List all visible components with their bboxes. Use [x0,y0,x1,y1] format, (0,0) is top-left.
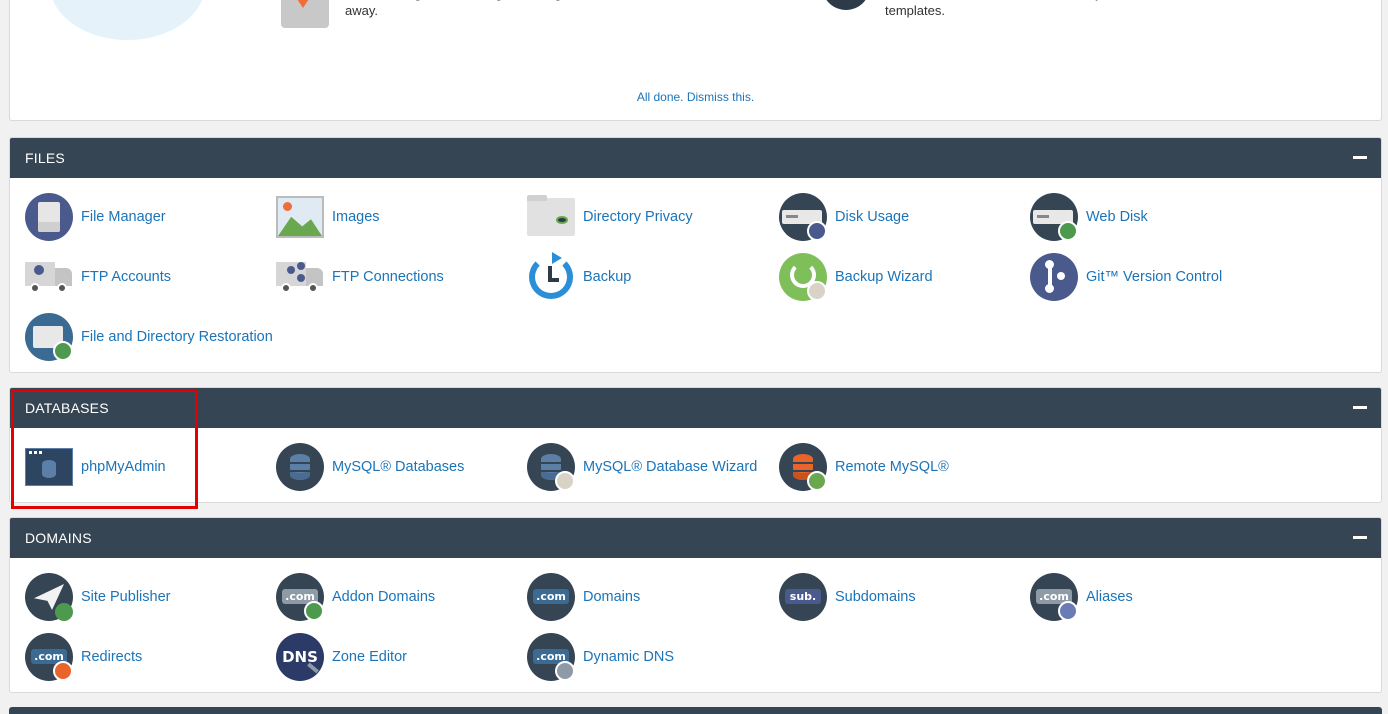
disk-usage-link[interactable]: Disk Usage [778,192,909,242]
remote-mysql-link[interactable]: Remote MySQL® [778,442,949,492]
redirects-link[interactable]: .com Redirects [24,632,142,682]
images-link[interactable]: Images [275,192,380,242]
web-disk-link[interactable]: Web Disk [1029,192,1148,242]
collapse-icon[interactable] [1353,401,1367,415]
redirects-icon: .com [24,632,74,682]
git-icon [1029,252,1079,302]
dismiss-link[interactable]: All done. Dismiss this. [10,90,1381,104]
promo-email-text: Start sending and receiving emails right… [345,0,573,18]
mysql-databases-link[interactable]: MySQL® Databases [275,442,464,492]
domains-link[interactable]: .com Domains [526,572,640,622]
ftp-connections-link[interactable]: FTP Connections [275,252,444,302]
files-section: FILES File Manager Images Directory Priv… [9,137,1382,373]
databases-header[interactable]: DATABASES [10,388,1381,428]
directory-privacy-link[interactable]: Directory Privacy [526,192,693,242]
subdomains-icon: sub. [778,572,828,622]
mysql-databases-icon [275,442,325,492]
email-icon[interactable] [281,0,331,32]
site-publisher-icon [24,572,74,622]
domains-icon: .com [526,572,576,622]
collapse-icon[interactable] [1353,531,1367,545]
backup-link[interactable]: Backup [526,252,631,302]
dynamic-dns-icon: .com [526,632,576,682]
directory-privacy-icon [526,192,576,242]
promo-site-text: Build a new website with user-friendly t… [885,0,1102,18]
aliases-icon: .com [1029,572,1079,622]
mysql-database-wizard-link[interactable]: MySQL® Database Wizard [526,442,757,492]
collapse-icon[interactable] [1353,151,1367,165]
git-version-control-link[interactable]: Git™ Version Control [1029,252,1222,302]
section-title: DATABASES [25,400,109,416]
mysql-wizard-icon [526,442,576,492]
remote-mysql-icon [778,442,828,492]
getting-started-card: Start sending and receiving emails right… [9,0,1382,121]
site-publisher-link[interactable]: Site Publisher [24,572,170,622]
files-header[interactable]: FILES [10,138,1381,178]
subdomains-link[interactable]: sub. Subdomains [778,572,916,622]
addon-domains-link[interactable]: .com Addon Domains [275,572,435,622]
addon-domains-icon: .com [275,572,325,622]
restoration-icon [24,312,74,362]
ftp-accounts-icon [24,252,74,302]
mascot-illustration [50,0,205,40]
ftp-accounts-link[interactable]: FTP Accounts [24,252,171,302]
backup-icon [526,252,576,302]
dynamic-dns-link[interactable]: .com Dynamic DNS [526,632,674,682]
domains-header[interactable]: DOMAINS [10,518,1381,558]
images-icon [275,192,325,242]
zone-editor-link[interactable]: DNS Zone Editor [275,632,407,682]
section-title: FILES [25,150,65,166]
disk-usage-icon [778,192,828,242]
file-manager-link[interactable]: File Manager [24,192,166,242]
section-title: DOMAINS [25,530,92,546]
phpmyadmin-icon [24,442,74,492]
phpmyadmin-link[interactable]: phpMyAdmin [24,442,166,492]
domains-section: DOMAINS Site Publisher .com Addon Domain… [9,517,1382,693]
web-disk-icon [1029,192,1079,242]
aliases-link[interactable]: .com Aliases [1029,572,1133,622]
next-section-header [9,707,1382,714]
file-directory-restoration-link[interactable]: File and Directory Restoration [24,312,273,362]
zone-editor-icon: DNS [275,632,325,682]
file-manager-icon [24,192,74,242]
ftp-connections-icon [275,252,325,302]
backup-wizard-link[interactable]: Backup Wizard [778,252,933,302]
backup-wizard-icon [778,252,828,302]
website-globe-icon[interactable] [822,0,872,32]
databases-section: DATABASES phpMyAdmin MySQL® Databases My… [9,387,1382,503]
